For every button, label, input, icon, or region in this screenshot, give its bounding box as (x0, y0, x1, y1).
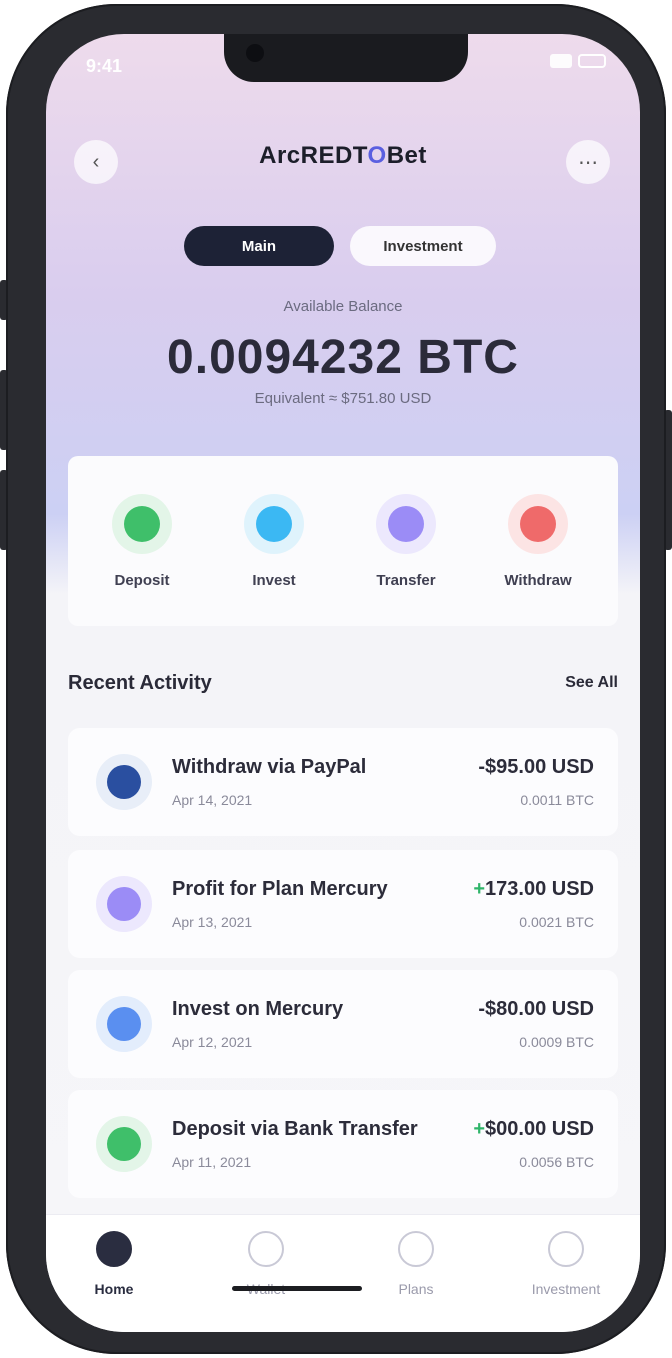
plans-icon (398, 1231, 434, 1267)
battery-icon (578, 54, 606, 68)
deposit-icon (124, 506, 160, 542)
more-icon: ⋯ (578, 151, 598, 174)
withdraw-action[interactable]: Withdraw (478, 494, 598, 589)
withdraw-icon (520, 506, 556, 542)
app-title-prefix: ArcREDT (259, 142, 368, 169)
amount-sign: + (473, 1118, 486, 1140)
bottom-nav: Home Wallet Plans Investment (46, 1214, 640, 1332)
activity-date: Apr 11, 2021 (172, 1154, 252, 1170)
deposit-label: Deposit (114, 572, 170, 589)
home-indicator[interactable] (232, 1286, 362, 1291)
bank-icon-wrap (96, 1116, 152, 1172)
quick-actions: Deposit Invest Transfer Withdraw (68, 456, 618, 626)
activity-title: Deposit via Bank Transfer (172, 1118, 418, 1140)
paypal-icon-wrap (96, 754, 152, 810)
paypal-icon (107, 765, 141, 799)
withdraw-label: Withdraw (504, 572, 572, 589)
deposit-icon-wrap (112, 494, 172, 554)
amount-sign: + (473, 878, 486, 900)
wallet-icon (248, 1231, 284, 1267)
activity-date: Apr 12, 2021 (172, 1034, 253, 1050)
notch (224, 34, 468, 82)
home-icon (96, 1231, 132, 1267)
investment-icon (548, 1231, 584, 1267)
camera-icon (246, 44, 264, 62)
tab-investment[interactable]: Investment (350, 226, 496, 266)
activity-row[interactable]: Deposit via Bank Transfer Apr 11, 2021 +… (68, 1090, 618, 1198)
activity-date: Apr 14, 2021 (172, 792, 253, 808)
nav-investment-label: Investment (531, 1281, 601, 1297)
transfer-action[interactable]: Transfer (346, 494, 466, 589)
amount-value: 173.00 USD (485, 878, 594, 900)
activity-crypto-amount: 0.0011 BTC (520, 792, 594, 808)
activity-row[interactable]: Withdraw via PayPal Apr 14, 2021 -$95.00… (68, 728, 618, 836)
profit-icon (107, 887, 141, 921)
activity-crypto-amount: 0.0021 BTC (519, 914, 594, 930)
phone-frame: 9:41 ‹ ArcREDTOBet ⋯ Main Investment Ava… (6, 4, 666, 1354)
nav-home-label: Home (94, 1281, 134, 1297)
wifi-icon (550, 54, 572, 68)
activity-crypto-amount: 0.0009 BTC (519, 1034, 594, 1050)
invest-row-icon-wrap (96, 996, 152, 1052)
bank-icon (107, 1127, 141, 1161)
nav-plans-label: Plans (398, 1281, 434, 1297)
nav-plans[interactable]: Plans (356, 1231, 476, 1297)
activity-date: Apr 13, 2021 (172, 914, 253, 930)
activity-title: Withdraw via PayPal (172, 756, 367, 778)
invest-icon-wrap (244, 494, 304, 554)
recent-activity-title: Recent Activity (68, 672, 212, 694)
status-icons (550, 54, 606, 68)
balance-equivalent: Equivalent ≈ $751.80 USD (254, 390, 432, 407)
transfer-label: Transfer (376, 572, 436, 589)
invest-icon (256, 506, 292, 542)
withdraw-icon-wrap (508, 494, 568, 554)
nav-investment[interactable]: Investment (506, 1231, 626, 1297)
transfer-icon-wrap (376, 494, 436, 554)
balance-tabs: Main Investment (184, 226, 496, 266)
activity-crypto-amount: 0.0056 BTC (519, 1154, 594, 1170)
app-title: ArcREDTOBet (46, 142, 640, 170)
activity-amount: -$95.00 USD (478, 756, 594, 779)
profit-icon-wrap (96, 876, 152, 932)
status-time: 9:41 (86, 56, 123, 76)
activity-title: Profit for Plan Mercury (172, 878, 388, 900)
amount-value: -$80.00 USD (478, 998, 594, 1020)
tab-main[interactable]: Main (184, 226, 334, 266)
amount-value: -$95.00 USD (478, 756, 594, 778)
see-all-link[interactable]: See All (565, 674, 618, 692)
nav-home[interactable]: Home (54, 1231, 174, 1297)
menu-button[interactable]: ⋯ (566, 140, 610, 184)
activity-row[interactable]: Profit for Plan Mercury Apr 13, 2021 +17… (68, 850, 618, 958)
transfer-icon (388, 506, 424, 542)
app-title-accent: O (367, 142, 387, 169)
activity-amount: +$00.00 USD (473, 1118, 594, 1141)
activity-row[interactable]: Invest on Mercury Apr 12, 2021 -$80.00 U… (68, 970, 618, 1078)
activity-amount: -$80.00 USD (478, 998, 594, 1021)
screen: 9:41 ‹ ArcREDTOBet ⋯ Main Investment Ava… (46, 34, 640, 1332)
invest-icon (107, 1007, 141, 1041)
app-title-suffix: Bet (386, 142, 427, 169)
balance-amount: 0.0094232 BTC (167, 331, 519, 384)
balance-label: Available Balance (283, 298, 403, 315)
amount-value: $00.00 USD (485, 1118, 594, 1140)
invest-label: Invest (252, 572, 296, 589)
deposit-action[interactable]: Deposit (82, 494, 202, 589)
activity-amount: +173.00 USD (473, 878, 594, 901)
activity-title: Invest on Mercury (172, 998, 344, 1020)
invest-action[interactable]: Invest (214, 494, 334, 589)
